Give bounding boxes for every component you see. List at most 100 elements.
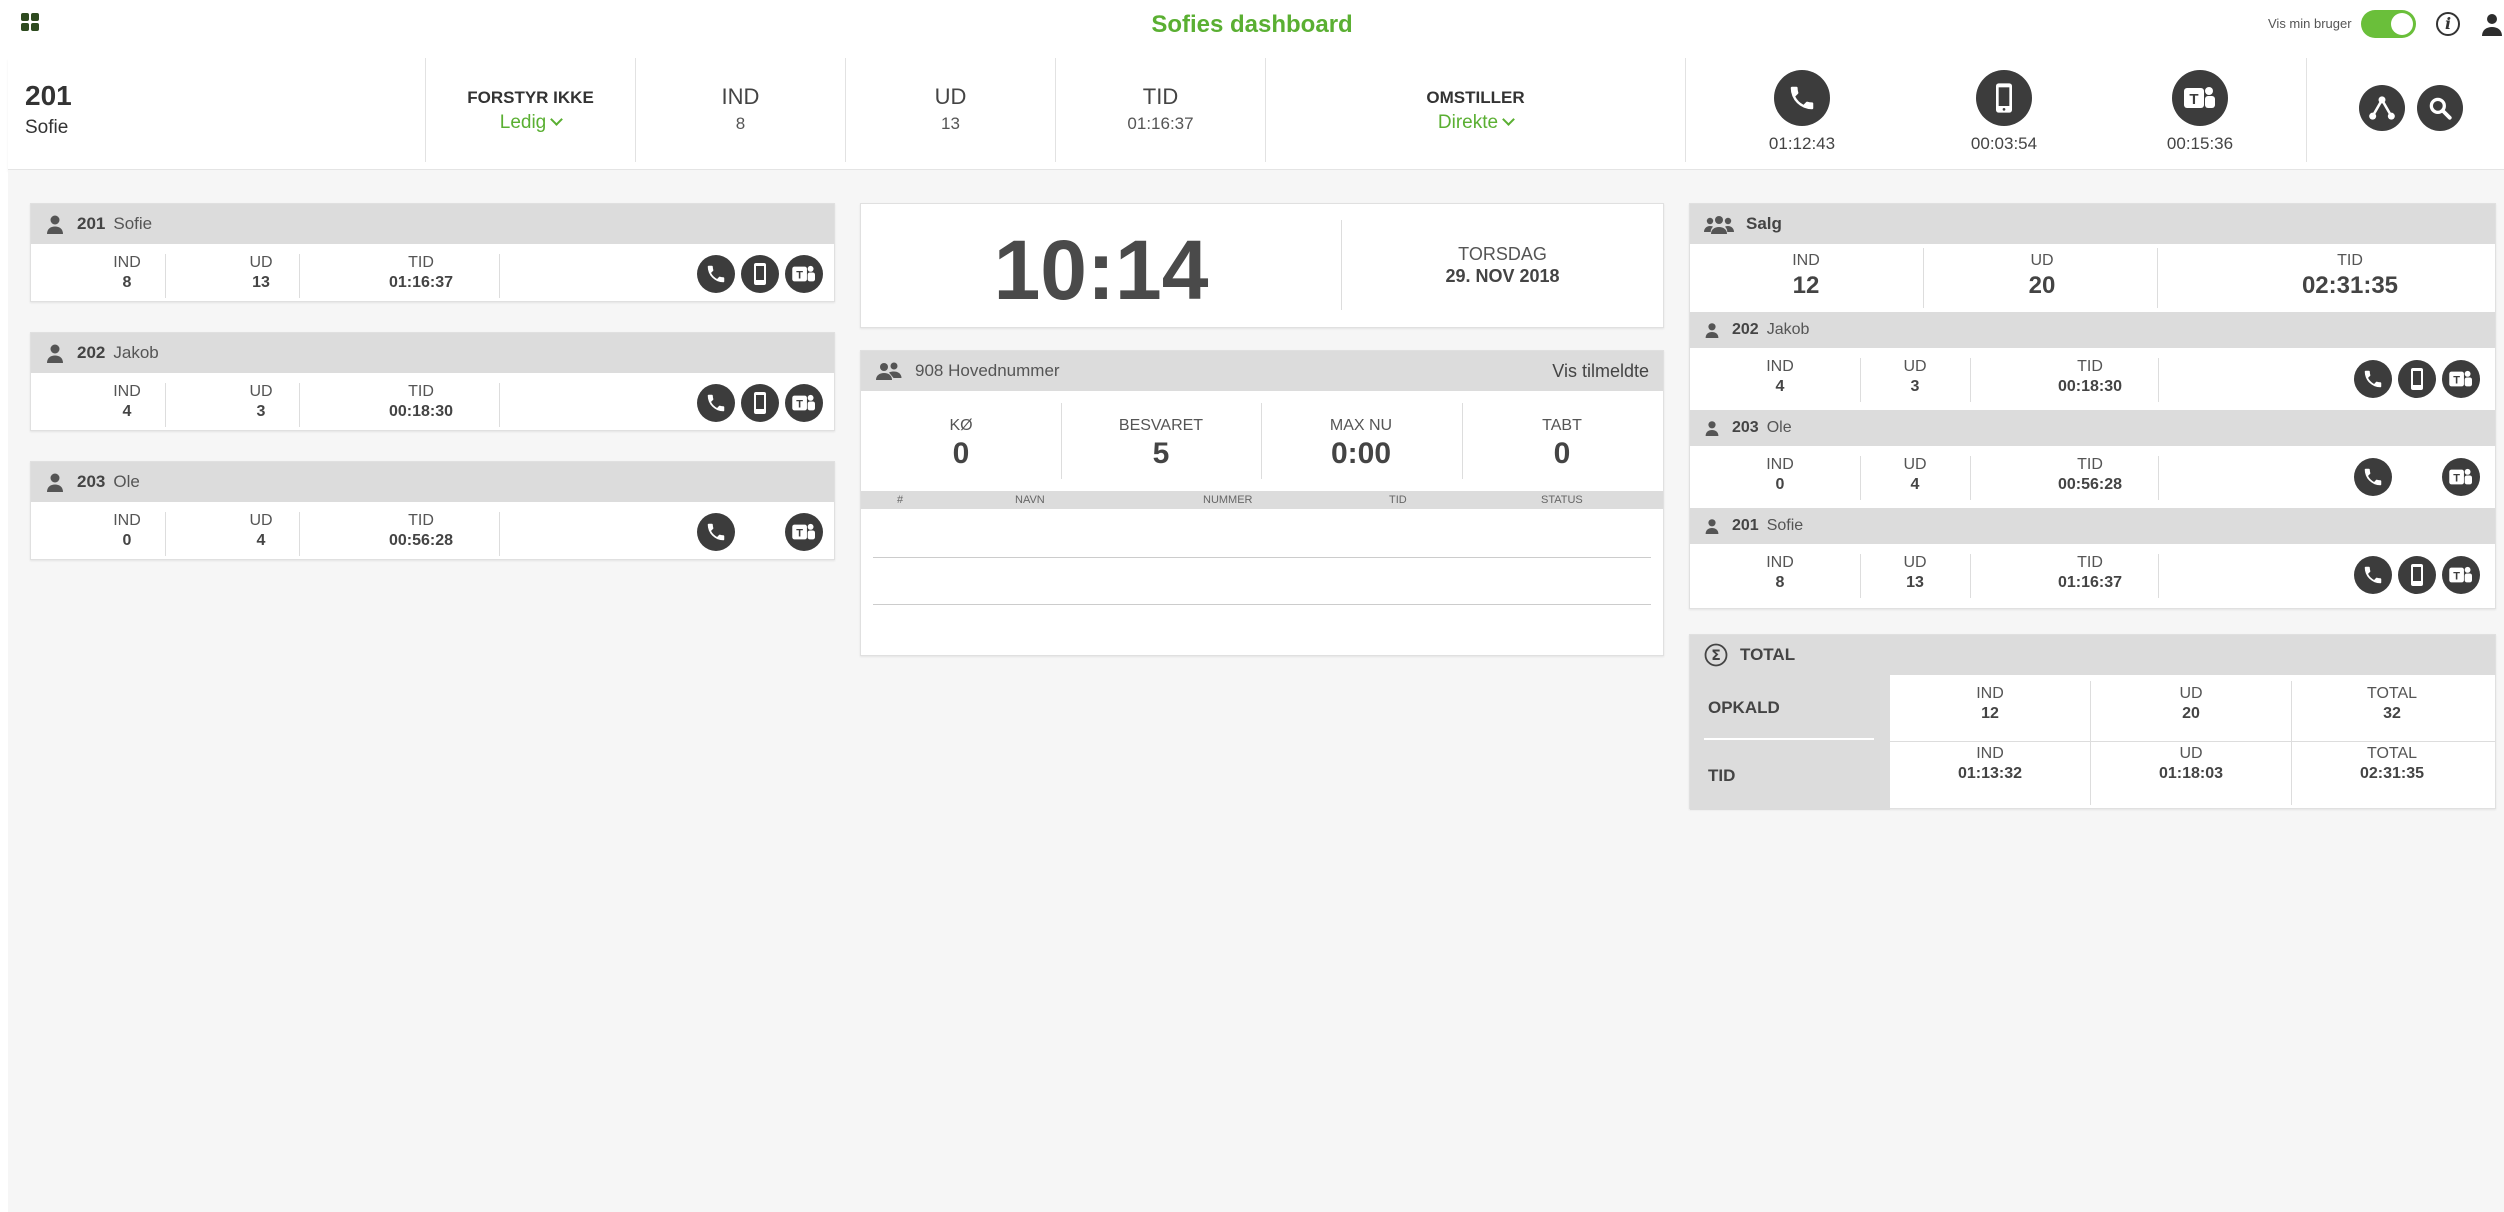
ud-value: 13: [252, 274, 270, 291]
phone-icon[interactable]: [2354, 556, 2392, 594]
user-ext: 201: [77, 214, 106, 233]
ud-label: UD: [1903, 554, 1927, 571]
svg-text:Σ: Σ: [1711, 648, 1721, 664]
switchboard-label: OMSTILLER: [1426, 88, 1525, 107]
ud-value: 20: [2028, 272, 2056, 299]
user-icon: [1705, 421, 1719, 436]
member-ext: 203: [1732, 419, 1759, 436]
clock-weekday: TORSDAG: [1458, 244, 1547, 264]
network-icon[interactable]: [2359, 85, 2405, 131]
divider: [499, 383, 500, 427]
divider: [2158, 456, 2159, 500]
teams-icon[interactable]: T: [785, 384, 823, 422]
user-profile-icon[interactable]: [2480, 12, 2504, 36]
user-card-203: 203 Ole IND 0 UD 4 TID 00:56:28 T: [30, 461, 835, 560]
divider: [2158, 554, 2159, 598]
my-user-name: Sofie: [25, 117, 69, 138]
phone-icon[interactable]: [697, 513, 735, 551]
ud-value: 4: [1910, 476, 1920, 493]
total-label: TOTAL: [2366, 685, 2418, 702]
divider: [2157, 248, 2158, 308]
show-my-user-label: Vis min bruger: [2268, 16, 2352, 31]
tid-label: TID: [2077, 358, 2103, 375]
queue-table-header: # NAVN NUMMER TID STATUS: [861, 491, 1663, 509]
mobile-icon[interactable]: [2398, 556, 2436, 594]
divider: [1890, 741, 2495, 742]
my-ud-value: 13: [941, 114, 960, 133]
teams-icon[interactable]: T: [785, 513, 823, 551]
teams-icon[interactable]: T: [2172, 70, 2228, 126]
header-divider: [2306, 58, 2307, 162]
my-tid-label: TID: [1142, 84, 1179, 109]
my-ind-value: 8: [735, 114, 746, 133]
ud-label: UD: [249, 254, 273, 271]
device-teams: T 00:15:36: [2125, 70, 2275, 154]
queue-stat-value: 5: [1152, 437, 1170, 470]
ind-label: IND: [113, 383, 141, 400]
member-name: Ole: [1766, 419, 1792, 436]
my-extension-number: 201: [25, 80, 72, 111]
divider: [1970, 554, 1971, 598]
mobile-icon[interactable]: [2398, 360, 2436, 398]
total-value: 20: [2182, 705, 2200, 722]
user-card-header: 202 Jakob: [31, 333, 834, 373]
total-calls-ud: UD 20: [2091, 685, 2291, 723]
total-label: IND: [1976, 745, 2004, 762]
col-status: STATUS: [1541, 494, 1583, 506]
ud-label: UD: [2030, 252, 2054, 269]
phone-icon[interactable]: [697, 384, 735, 422]
total-header: Σ TOTAL: [1690, 635, 2495, 675]
divider: [299, 254, 300, 298]
teams-icon[interactable]: T: [2442, 556, 2480, 594]
phone-icon[interactable]: [2354, 360, 2392, 398]
user-stat-row: IND 4 UD 3 TID 00:18:30 T: [31, 373, 834, 429]
total-label: TOTAL: [2366, 745, 2418, 762]
ind-value: 4: [1775, 378, 1785, 395]
total-time-ind: IND 01:13:32: [1890, 745, 2090, 783]
phone-icon[interactable]: [2354, 458, 2392, 496]
total-calls-total: TOTAL 32: [2292, 685, 2492, 723]
col-name: NAVN: [1015, 494, 1045, 506]
total-time-total: TOTAL 02:31:35: [2292, 745, 2492, 783]
phone-icon[interactable]: [1774, 70, 1830, 126]
my-extension-cell: 201 Sofie: [8, 58, 426, 162]
tid-label: TID: [408, 512, 434, 529]
group-header: Salg: [1690, 204, 2495, 244]
svg-text:T: T: [796, 269, 803, 281]
user-icon: [47, 344, 63, 363]
tid-value: 00:56:28: [2057, 476, 2123, 493]
teams-icon[interactable]: T: [2442, 458, 2480, 496]
tid-value: 02:31:35: [2301, 272, 2399, 299]
mobile-icon[interactable]: [741, 255, 779, 293]
do-not-disturb-dropdown[interactable]: Ledig: [426, 112, 635, 134]
info-compass-icon[interactable]: i: [2436, 12, 2460, 36]
member-stat-row: IND 4 UD 3 TID 00:18:30 T: [1690, 348, 2495, 410]
tid-value: 00:18:30: [2057, 378, 2123, 395]
user-ext: 202: [77, 343, 106, 362]
search-icon[interactable]: [2417, 85, 2463, 131]
device-mobile: 00:03:54: [1929, 70, 2079, 154]
show-members-link[interactable]: Vis tilmeldte: [1552, 361, 1649, 382]
teams-icon[interactable]: T: [785, 255, 823, 293]
group-card: Salg IND 12 UD 20 TID 02:31:35 202 Jakob IND…: [1689, 203, 2496, 609]
mobile-icon[interactable]: [741, 384, 779, 422]
my-ind-label: IND: [721, 84, 760, 109]
top-bar: Sofies dashboard Vis min bruger i: [0, 0, 2504, 50]
show-my-user-toggle[interactable]: [2361, 10, 2416, 38]
divider: [1704, 738, 1874, 740]
phone-icon[interactable]: [697, 255, 735, 293]
queue-stat-value: 0:00: [1330, 437, 1392, 470]
ind-label: IND: [1766, 456, 1794, 473]
teams-icon[interactable]: T: [2442, 360, 2480, 398]
ud-value: 3: [1910, 378, 1920, 395]
mobile-icon[interactable]: [1976, 70, 2032, 126]
queue-header: 908 Hovednummer Vis tilmeldte: [861, 351, 1663, 391]
time-row-label: TID: [1690, 741, 1890, 810]
user-card-201: 201 Sofie IND 8 UD 13 TID 01:16:37 T: [30, 203, 835, 302]
ind-label: IND: [113, 254, 141, 271]
queue-stat-label: MAX NU: [1329, 417, 1393, 434]
switchboard-dropdown[interactable]: Direkte: [1266, 112, 1685, 134]
member-header: 201 Sofie: [1690, 508, 2495, 544]
total-value: 01:18:03: [2158, 765, 2224, 782]
queue-stat-tabt: TABT 0: [1462, 417, 1662, 471]
